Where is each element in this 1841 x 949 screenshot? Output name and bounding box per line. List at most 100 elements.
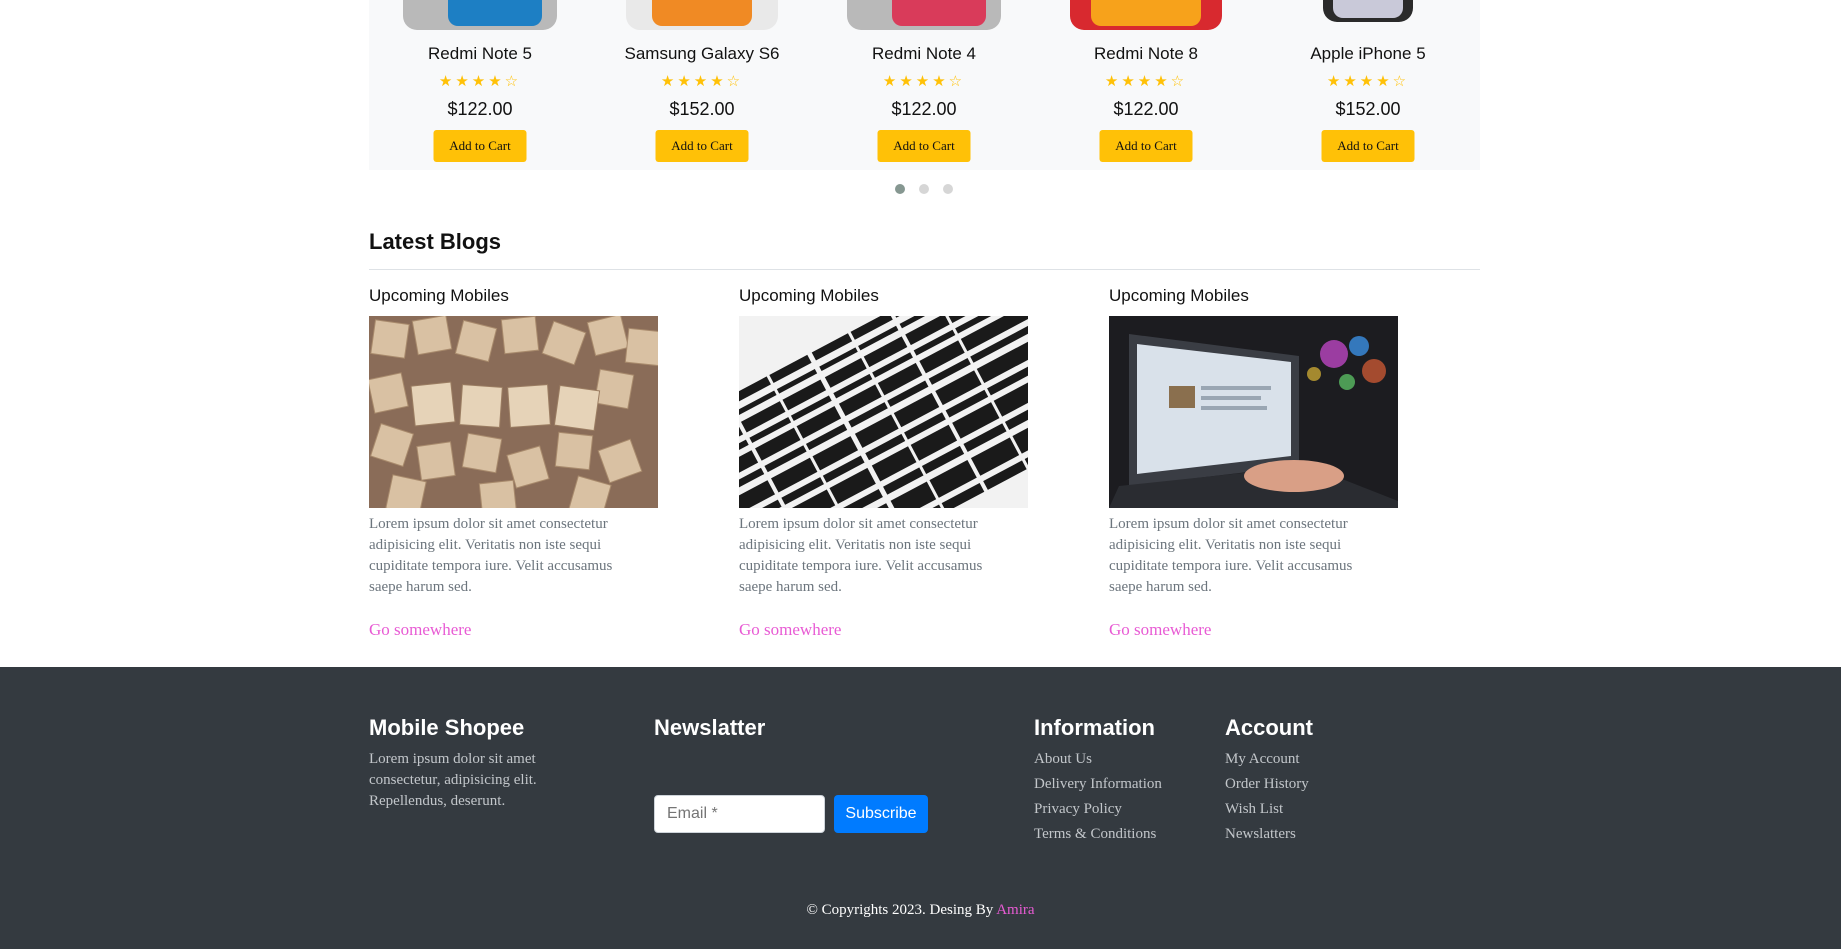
copyright-text: © Copyrights 2023. Desing By	[806, 902, 997, 918]
section-divider	[369, 269, 1480, 270]
phone-screen	[1333, 0, 1403, 18]
product-rating: ★★★★☆	[591, 72, 813, 90]
star-filled-icon: ★	[1326, 72, 1344, 90]
blog-title: Upcoming Mobiles	[369, 286, 509, 305]
account-title: Account	[1225, 715, 1313, 740]
footer-link-order-history[interactable]: Order History	[1225, 772, 1313, 797]
star-filled-icon: ★	[1104, 72, 1122, 90]
blog-card: Upcoming Mobiles Lorem ipsum dolor sit a…	[369, 286, 669, 639]
add-to-cart-button[interactable]: Add to Cart	[655, 130, 749, 162]
blog-read-link[interactable]: Go somewhere	[369, 620, 471, 640]
product-name[interactable]: Samsung Galaxy S6	[591, 44, 813, 64]
product-name[interactable]: Redmi Note 8	[1035, 44, 1257, 64]
star-empty-icon: ☆	[726, 72, 744, 90]
star-filled-icon: ★	[1137, 72, 1155, 90]
footer-brand-title: Mobile Shopee	[369, 715, 525, 740]
newsletter-title: Newslatter	[654, 715, 766, 740]
product-name[interactable]: Redmi Note 5	[369, 44, 591, 64]
product-image[interactable]	[1323, 0, 1413, 22]
product-rating: ★★★★☆	[813, 72, 1035, 90]
product-image[interactable]	[626, 0, 778, 30]
product-card: Samsung Galaxy S6 ★★★★☆ $152.00 Add to C…	[591, 0, 813, 170]
star-filled-icon: ★	[438, 72, 456, 90]
copyright: © Copyrights 2023. Desing By Amira	[0, 902, 1841, 919]
star-filled-icon: ★	[932, 72, 949, 90]
blog-excerpt: Lorem ipsum dolor sit amet consectetur a…	[739, 516, 983, 595]
blog-title: Upcoming Mobiles	[1109, 286, 1249, 305]
footer-link-about-us[interactable]: About Us	[1034, 747, 1162, 772]
blog-excerpt: Lorem ipsum dolor sit amet consectetur a…	[1109, 516, 1353, 595]
phone-screen	[448, 0, 543, 26]
information-title: Information	[1034, 715, 1155, 740]
blog-read-link[interactable]: Go somewhere	[1109, 620, 1211, 640]
star-filled-icon: ★	[1343, 72, 1360, 90]
footer-newsletter: Newslatter Subscribe	[654, 715, 954, 845]
star-filled-icon: ★	[488, 72, 505, 90]
footer-information: Information About Us Delivery Informatio…	[1034, 715, 1162, 847]
blog-excerpt: Lorem ipsum dolor sit amet consectetur a…	[369, 516, 613, 595]
star-empty-icon: ☆	[1392, 72, 1410, 90]
phone-screen	[892, 0, 987, 26]
footer-link-wish-list[interactable]: Wish List	[1225, 797, 1313, 822]
add-to-cart-button[interactable]: Add to Cart	[877, 130, 971, 162]
product-rating: ★★★★☆	[1035, 72, 1257, 90]
phone-screen	[1091, 0, 1201, 26]
product-price: $122.00	[447, 99, 513, 119]
star-empty-icon: ☆	[948, 72, 966, 90]
blog-card: Upcoming Mobiles Lorem ipsum dolor sit a…	[1109, 286, 1409, 639]
section-title: Latest Blogs	[369, 229, 502, 254]
web-words-image	[739, 316, 1028, 508]
star-filled-icon: ★	[1359, 72, 1377, 90]
product-image[interactable]	[1070, 0, 1222, 30]
footer-link-delivery-information[interactable]: Delivery Information	[1034, 772, 1162, 797]
product-price: $152.00	[1335, 99, 1401, 119]
star-filled-icon: ★	[660, 72, 678, 90]
footer-account: Account My Account Order History Wish Li…	[1225, 715, 1313, 847]
product-price: $152.00	[669, 99, 735, 119]
blog-card: Upcoming Mobiles Lorem ipsum dolor sit a…	[739, 286, 1039, 639]
product-name[interactable]: Apple iPhone 5	[1257, 44, 1479, 64]
product-image[interactable]	[847, 0, 1001, 30]
product-card: Apple iPhone 5 ★★★★☆ $152.00 Add to Cart	[1257, 0, 1479, 170]
footer-link-terms-conditions[interactable]: Terms & Conditions	[1034, 822, 1162, 847]
account-links: My Account Order History Wish List Newsl…	[1225, 747, 1313, 847]
star-filled-icon: ★	[882, 72, 900, 90]
star-filled-icon: ★	[1376, 72, 1393, 90]
star-filled-icon: ★	[899, 72, 916, 90]
star-filled-icon: ★	[710, 72, 727, 90]
laptop-image	[1109, 316, 1398, 508]
phone-screen	[652, 0, 752, 26]
star-filled-icon: ★	[693, 72, 711, 90]
product-price: $122.00	[1113, 99, 1179, 119]
author-link[interactable]: Amira	[996, 902, 1034, 918]
add-to-cart-button[interactable]: Add to Cart	[1099, 130, 1193, 162]
star-filled-icon: ★	[1121, 72, 1138, 90]
footer-link-privacy-policy[interactable]: Privacy Policy	[1034, 797, 1162, 822]
blog-read-link[interactable]: Go somewhere	[739, 620, 841, 640]
footer-link-newsletters[interactable]: Newslatters	[1225, 822, 1313, 847]
product-image[interactable]	[403, 0, 557, 30]
product-price: $122.00	[891, 99, 957, 119]
newsletter-email-input[interactable]	[654, 795, 825, 833]
add-to-cart-button[interactable]: Add to Cart	[433, 130, 527, 162]
footer-link-my-account[interactable]: My Account	[1225, 747, 1313, 772]
carousel-dot[interactable]	[943, 184, 953, 194]
star-filled-icon: ★	[1154, 72, 1171, 90]
footer-brand-text: Lorem ipsum dolor sit amet consectetur, …	[369, 751, 537, 809]
blog-tiles-image	[369, 316, 658, 508]
subscribe-button[interactable]: Subscribe	[834, 795, 928, 833]
product-carousel: Redmi Note 5 ★★★★☆ $122.00 Add to Cart S…	[369, 0, 1480, 170]
product-name[interactable]: Redmi Note 4	[813, 44, 1035, 64]
footer-brand: Mobile Shopee Lorem ipsum dolor sit amet…	[369, 715, 569, 812]
product-rating: ★★★★☆	[1257, 72, 1479, 90]
information-links: About Us Delivery Information Privacy Po…	[1034, 747, 1162, 847]
carousel-pagination	[895, 184, 953, 194]
carousel-dot[interactable]	[895, 184, 905, 194]
star-filled-icon: ★	[677, 72, 694, 90]
blog-title: Upcoming Mobiles	[739, 286, 879, 305]
add-to-cart-button[interactable]: Add to Cart	[1321, 130, 1415, 162]
site-footer: Mobile Shopee Lorem ipsum dolor sit amet…	[0, 667, 1841, 949]
carousel-dot[interactable]	[919, 184, 929, 194]
product-rating: ★★★★☆	[369, 72, 591, 90]
star-empty-icon: ☆	[504, 72, 522, 90]
